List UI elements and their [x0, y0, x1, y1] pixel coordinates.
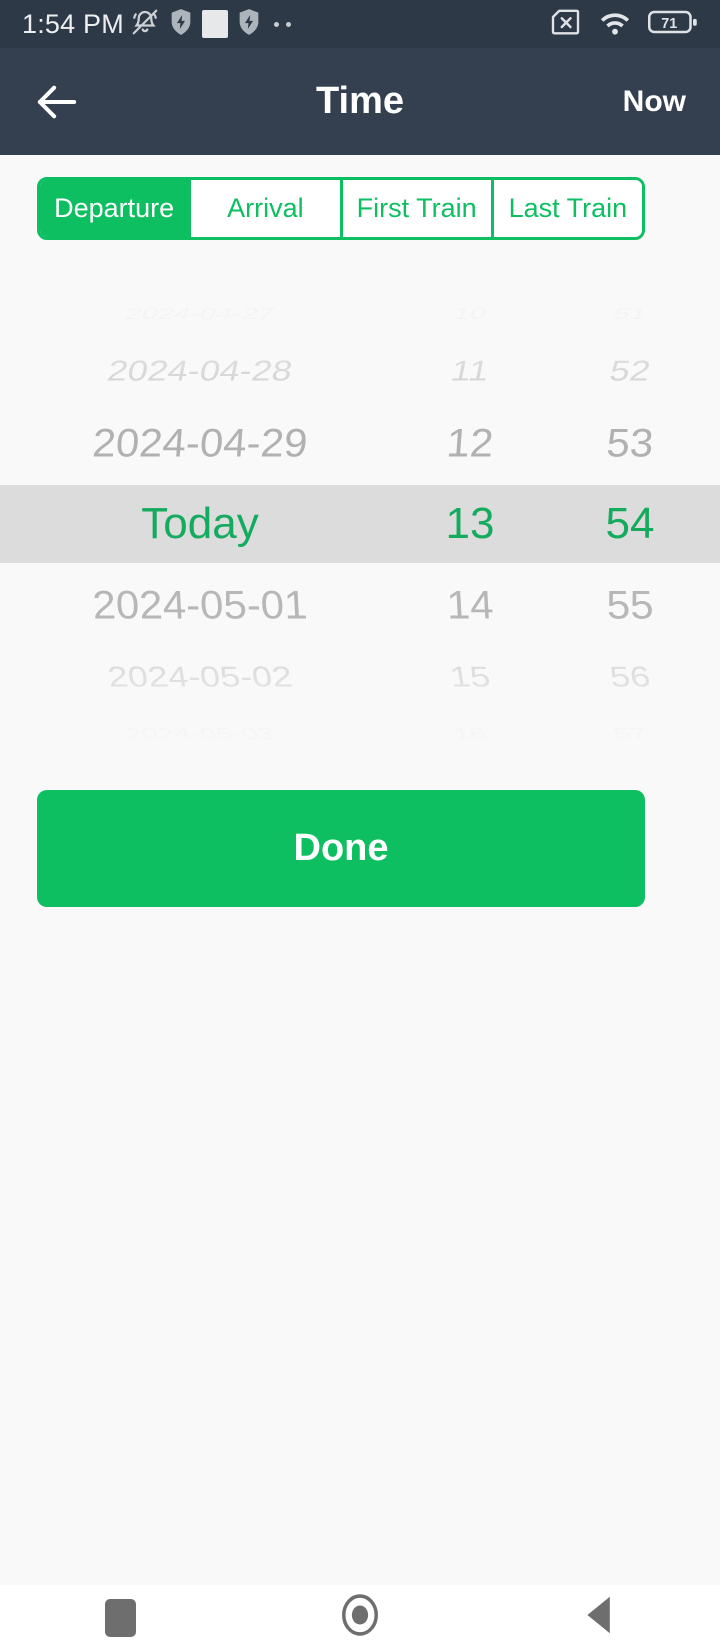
battery-level-text: 71 [661, 15, 677, 31]
picker-column-minute[interactable]: 51 52 53 54 55 56 57 [540, 282, 720, 762]
picker-cell-minute[interactable]: 56 [536, 652, 720, 702]
recents-button[interactable] [0, 1585, 240, 1650]
segment-arrival[interactable]: Arrival [188, 180, 340, 237]
segment-last-train[interactable]: Last Train [490, 180, 642, 237]
picker-cell-minute[interactable]: 52 [535, 346, 720, 396]
app-header: Time Now [0, 48, 720, 155]
datetime-picker[interactable]: 2024-04-27 2024-04-28 2024-04-29 Today 2… [0, 282, 720, 762]
picker-columns: 2024-04-27 2024-04-28 2024-04-29 Today 2… [0, 282, 720, 762]
picker-cell-date[interactable]: 2024-04-27 [0, 301, 405, 327]
time-mode-segmented-control[interactable]: Departure Arrival First Train Last Train [37, 177, 645, 240]
back-triangle-icon [583, 1594, 617, 1641]
picker-cell-date-selected[interactable]: Today [0, 485, 400, 563]
recents-square-icon [104, 1598, 136, 1637]
segment-departure[interactable]: Departure [40, 180, 189, 237]
back-arrow-icon[interactable] [34, 79, 80, 125]
picker-cell-date[interactable]: 2024-05-01 [0, 570, 402, 640]
wifi-icon [598, 8, 632, 41]
picker-cell-hour[interactable]: 10 [395, 301, 545, 327]
status-bar-notification-icons [130, 7, 291, 42]
shield-icon [169, 8, 193, 41]
picker-cell-date[interactable]: 2024-05-02 [0, 652, 404, 702]
picker-cell-date[interactable]: 2024-04-29 [0, 408, 403, 478]
android-navigation-bar [0, 1585, 720, 1650]
white-square-icon [201, 10, 228, 38]
picker-cell-hour[interactable]: 11 [395, 346, 545, 396]
back-button[interactable] [480, 1585, 720, 1650]
battery-icon: 71 [648, 8, 698, 41]
status-bar: 1:54 PM 71 [0, 0, 720, 48]
picker-cell-hour-selected[interactable]: 13 [400, 485, 540, 563]
picker-cell-hour[interactable]: 16 [395, 721, 544, 747]
picker-cell-date[interactable]: 2024-05-03 [0, 721, 405, 747]
no-sim-icon [549, 7, 582, 42]
status-bar-clock: 1:54 PM [22, 8, 124, 39]
picker-cell-date[interactable]: 2024-04-28 [0, 346, 405, 396]
home-circle-icon [339, 1592, 381, 1643]
picker-column-date[interactable]: 2024-04-27 2024-04-28 2024-04-29 Today 2… [0, 282, 400, 762]
now-button[interactable]: Now [623, 85, 686, 119]
picker-cell-hour[interactable]: 15 [396, 652, 544, 702]
home-button[interactable] [240, 1585, 480, 1650]
phone-screen: 1:54 PM 71 Time Now Departure Arrival Fi… [0, 0, 720, 1650]
picker-column-hour[interactable]: 10 11 12 13 14 15 16 [400, 282, 540, 762]
page-title: Time [315, 80, 404, 122]
picker-cell-minute[interactable]: 55 [538, 570, 720, 640]
picker-cell-minute[interactable]: 57 [535, 721, 720, 747]
picker-cell-hour[interactable]: 12 [397, 408, 542, 478]
shield-icon [237, 8, 261, 41]
segment-first-train[interactable]: First Train [339, 180, 491, 237]
two-dots-icon [273, 21, 291, 27]
picker-cell-hour[interactable]: 14 [398, 570, 542, 640]
done-button[interactable]: Done [37, 790, 645, 907]
picker-cell-minute-selected[interactable]: 54 [540, 485, 720, 563]
picker-cell-minute[interactable]: 51 [535, 301, 720, 327]
silent-bell-icon [130, 7, 160, 42]
status-bar-system-icons: 71 [549, 7, 698, 42]
picker-cell-minute[interactable]: 53 [537, 408, 720, 478]
